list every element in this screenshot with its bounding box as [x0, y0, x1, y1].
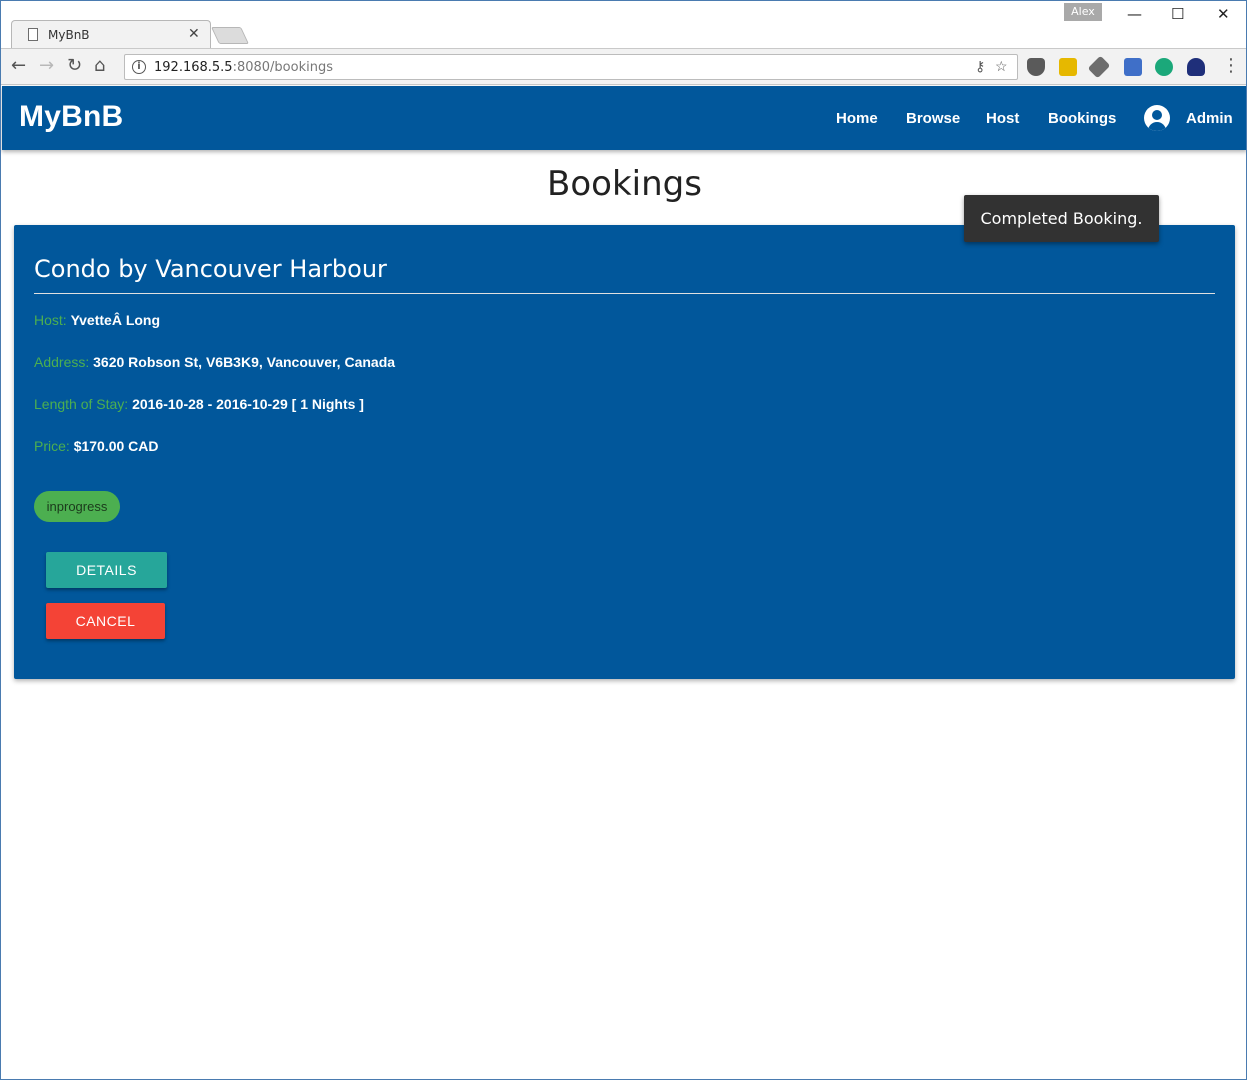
account-icon-head — [1152, 110, 1162, 120]
bookmark-star-icon[interactable]: ☆ — [995, 58, 1008, 75]
browser-menu-icon[interactable]: ⋮ — [1222, 55, 1240, 76]
info-icon[interactable]: i — [132, 60, 146, 74]
back-icon[interactable]: ← — [11, 55, 26, 76]
dropper-extension-icon[interactable] — [1087, 55, 1111, 79]
wifi-extension-icon[interactable] — [1187, 58, 1205, 76]
new-tab-button[interactable] — [211, 27, 249, 44]
price-label: Price: — [34, 438, 70, 454]
stay-label: Length of Stay: — [34, 396, 129, 412]
address-bar[interactable]: i 192.168.5.5:8080/bookings ⚷ ☆ — [124, 54, 1018, 80]
card-divider — [34, 293, 1215, 294]
nav-bookings[interactable]: Bookings — [1048, 110, 1116, 127]
status-badge: inprogress — [34, 491, 120, 522]
host-value: YvetteÂ Long — [70, 312, 161, 328]
booking-card: Condo by Vancouver Harbour Host: YvetteÂ… — [14, 225, 1235, 679]
nav-host[interactable]: Host — [986, 110, 1019, 127]
url-text[interactable]: 192.168.5.5:8080/bookings — [154, 60, 333, 75]
browser-window: MyBnB ✕ Alex — ☐ ✕ ← → ↻ ⌂ i 192.168.5.5… — [0, 0, 1247, 1080]
nav-home[interactable]: Home — [836, 110, 878, 127]
shield-extension-icon[interactable] — [1027, 58, 1045, 76]
lock-extension-icon[interactable] — [1059, 58, 1077, 76]
tab-close-icon[interactable]: ✕ — [188, 25, 200, 42]
home-icon[interactable]: ⌂ — [94, 55, 105, 76]
title-bar: MyBnB ✕ Alex — ☐ ✕ — [1, 1, 1246, 48]
profile-badge[interactable]: Alex — [1064, 3, 1102, 21]
brand-logo[interactable]: MyBnB — [19, 100, 123, 134]
host-label: Host: — [34, 312, 67, 328]
details-button[interactable]: DETAILS — [46, 552, 167, 588]
price-field: Price: $170.00 CAD — [34, 438, 159, 454]
maximize-button[interactable]: ☐ — [1171, 5, 1184, 23]
stay-value: 2016-10-28 - 2016-10-29 [ 1 Nights ] — [132, 396, 364, 412]
url-path: :8080/bookings — [232, 60, 333, 75]
address-label: Address: — [34, 354, 90, 370]
forward-icon[interactable]: → — [39, 55, 54, 76]
account-circle-icon[interactable] — [1144, 105, 1170, 131]
account-icon-body — [1148, 122, 1166, 131]
address-value: 3620 Robson St, V6B3K9, Vancouver, Canad… — [93, 354, 396, 370]
cancel-button[interactable]: CANCEL — [46, 603, 165, 639]
toast-notification: Completed Booking. — [964, 195, 1159, 242]
url-host: 192.168.5.5 — [154, 60, 233, 75]
price-value: $170.00 CAD — [73, 438, 159, 454]
document-icon — [28, 28, 38, 41]
minimize-button[interactable]: — — [1127, 5, 1142, 23]
host-field: Host: YvetteÂ Long — [34, 312, 160, 328]
nav-browse[interactable]: Browse — [906, 110, 960, 127]
calendar-extension-icon[interactable] — [1124, 58, 1142, 76]
key-icon[interactable]: ⚷ — [975, 58, 985, 75]
browser-tab[interactable]: MyBnB ✕ — [11, 20, 211, 48]
reload-icon[interactable]: ↻ — [67, 55, 82, 76]
nav-admin[interactable]: Admin — [1186, 110, 1233, 127]
app-header: MyBnB Home Browse Host Bookings Admin — [2, 86, 1246, 150]
booking-title: Condo by Vancouver Harbour — [34, 255, 387, 283]
close-window-button[interactable]: ✕ — [1217, 5, 1230, 23]
tab-title: MyBnB — [48, 28, 90, 42]
stay-field: Length of Stay: 2016-10-28 - 2016-10-29 … — [34, 396, 364, 412]
browser-toolbar: ← → ↻ ⌂ i 192.168.5.5:8080/bookings ⚷ ☆ … — [1, 48, 1246, 85]
address-field: Address: 3620 Robson St, V6B3K9, Vancouv… — [34, 354, 395, 370]
green-extension-icon[interactable] — [1155, 58, 1173, 76]
